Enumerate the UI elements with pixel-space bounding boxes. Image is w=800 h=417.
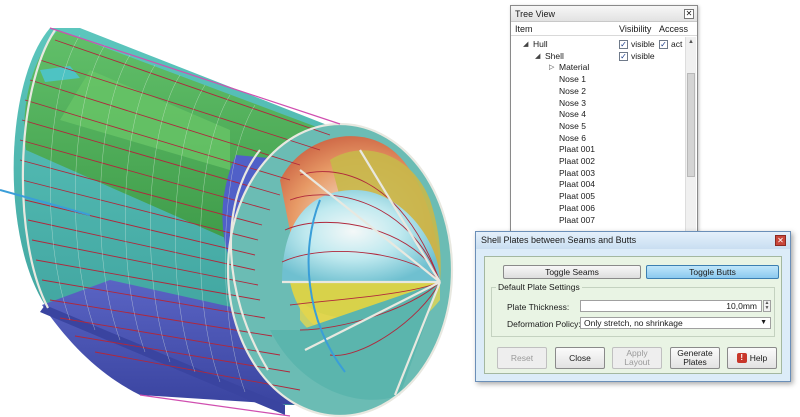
default-plate-settings-group: Default Plate Settings Plate Thickness: … <box>491 282 775 337</box>
plate-thickness-input[interactable]: 10,0mm <box>580 300 762 312</box>
tree-label-hull: Hull <box>533 39 548 49</box>
tree-label-item: Plaat 001 <box>559 144 595 155</box>
tree-row-item[interactable]: Plaat 005 <box>511 191 681 203</box>
thickness-spinner[interactable]: ▲ ▼ <box>763 300 771 312</box>
column-visibility[interactable]: Visibility <box>619 22 651 36</box>
apply-layout-button[interactable]: Apply Layout <box>612 347 662 369</box>
deformation-policy-label: Deformation Policy: <box>507 319 581 329</box>
triangle-expanded-icon[interactable]: ◢ <box>535 51 540 63</box>
hull-end-cap <box>228 124 452 416</box>
tree-label-item: Plaat 004 <box>559 179 595 190</box>
tree-row-item[interactable]: Plaat 004 <box>511 179 681 191</box>
plate-thickness-label: Plate Thickness: <box>507 302 570 312</box>
toggle-butts-button[interactable]: Toggle Butts <box>646 265 779 279</box>
reset-label: Reset <box>510 352 534 363</box>
tree-view-rows: ◢ Hull ✓ visible ✓ act ◢ Shell ✓ visible… <box>511 36 697 236</box>
tree-row-item[interactable]: Nose 1 <box>511 74 681 86</box>
visibility-checkbox-hull[interactable]: ✓ <box>619 40 628 49</box>
tree-label-shell: Shell <box>545 50 564 61</box>
close-label: Close <box>569 352 591 363</box>
tree-label-item: Plaat 002 <box>559 156 595 166</box>
dialog-content: Toggle Seams Toggle Butts Default Plate … <box>484 256 782 374</box>
deformation-policy-value: Only stretch, no shrinkage <box>584 318 683 328</box>
tree-label-item: Nose 5 <box>559 120 586 131</box>
tree-row-item[interactable]: Nose 2 <box>511 86 681 98</box>
tree-view-header: Item Visibility Access <box>511 22 697 36</box>
access-text-hull: act <box>671 39 683 49</box>
shell-plates-dialog[interactable]: Shell Plates between Seams and Butts ✕ T… <box>475 231 791 382</box>
tree-row-item[interactable]: Nose 4 <box>511 109 681 121</box>
chevron-down-icon[interactable]: ▼ <box>760 318 767 328</box>
tree-label-item: Nose 6 <box>559 132 586 143</box>
toggle-seams-button[interactable]: Toggle Seams <box>503 265 641 279</box>
help-label: Help <box>749 352 768 363</box>
tree-label-item: Nose 1 <box>559 74 586 85</box>
tree-label-item: Nose 3 <box>559 97 586 108</box>
tree-label-material: Material <box>559 62 590 73</box>
close-icon[interactable]: ✕ <box>684 9 694 19</box>
tree-row-item[interactable]: Plaat 002 <box>511 156 681 168</box>
tree-label-item: Plaat 007 <box>559 214 595 225</box>
tree-row-hull[interactable]: ◢ Hull ✓ visible ✓ act <box>511 39 683 51</box>
help-button[interactable]: ! Help <box>727 347 777 369</box>
scrollbar-thumb[interactable] <box>687 73 695 177</box>
visibility-checkbox-shell[interactable]: ✓ <box>619 51 628 61</box>
help-icon: ! <box>736 353 747 363</box>
triangle-expanded-icon[interactable]: ◢ <box>523 39 528 51</box>
visibility-text-hull: visible <box>631 39 655 49</box>
column-item[interactable]: Item <box>515 22 533 36</box>
tree-label-item: Nose 4 <box>559 109 586 120</box>
tree-label-item: Plaat 006 <box>559 202 595 213</box>
tree-row-item[interactable]: Plaat 006 <box>511 203 681 215</box>
access-checkbox-hull[interactable]: ✓ <box>659 40 668 49</box>
tree-label-item: Plaat 003 <box>559 167 595 178</box>
tree-row-material[interactable]: ▷ Material <box>511 62 681 74</box>
close-icon[interactable]: ✕ <box>775 235 786 246</box>
deformation-policy-select[interactable]: Only stretch, no shrinkage ▼ <box>580 317 771 329</box>
tree-row-item[interactable]: Nose 5 <box>511 121 681 133</box>
tree-row-item[interactable]: Plaat 001 <box>511 144 681 156</box>
apply-label-line2: Layout <box>624 357 650 367</box>
tree-row-shell[interactable]: ◢ Shell ✓ visible <box>511 51 681 63</box>
scroll-up-icon[interactable]: ▲ <box>688 39 694 45</box>
tree-vertical-scrollbar[interactable]: ▲ <box>685 37 696 237</box>
tree-row-item[interactable]: Plaat 007 <box>511 215 681 227</box>
tree-label-item: Plaat 005 <box>559 191 595 202</box>
tree-row-item[interactable]: Nose 3 <box>511 98 681 110</box>
tree-view-panel[interactable]: Tree View ✕ Item Visibility Access ◢ Hul… <box>510 5 698 237</box>
reset-button[interactable]: Reset <box>497 347 547 369</box>
visibility-text-shell: visible <box>631 50 655 61</box>
close-button[interactable]: Close <box>555 347 605 369</box>
tree-view-titlebar: Tree View ✕ <box>511 6 697 22</box>
tree-row-item[interactable]: Nose 6 <box>511 133 681 145</box>
tree-view-title: Tree View <box>515 9 556 19</box>
triangle-collapsed-icon[interactable]: ▷ <box>549 62 554 74</box>
column-access[interactable]: Access <box>659 22 688 36</box>
generate-label-line2: Plates <box>683 357 707 367</box>
group-label: Default Plate Settings <box>496 282 582 292</box>
dialog-titlebar: Shell Plates between Seams and Butts ✕ <box>476 232 790 249</box>
tree-label-item: Nose 2 <box>559 85 586 96</box>
generate-plates-button[interactable]: Generate Plates <box>670 347 720 369</box>
tree-row-item[interactable]: Plaat 003 <box>511 168 681 180</box>
dialog-title: Shell Plates between Seams and Butts <box>481 235 637 245</box>
